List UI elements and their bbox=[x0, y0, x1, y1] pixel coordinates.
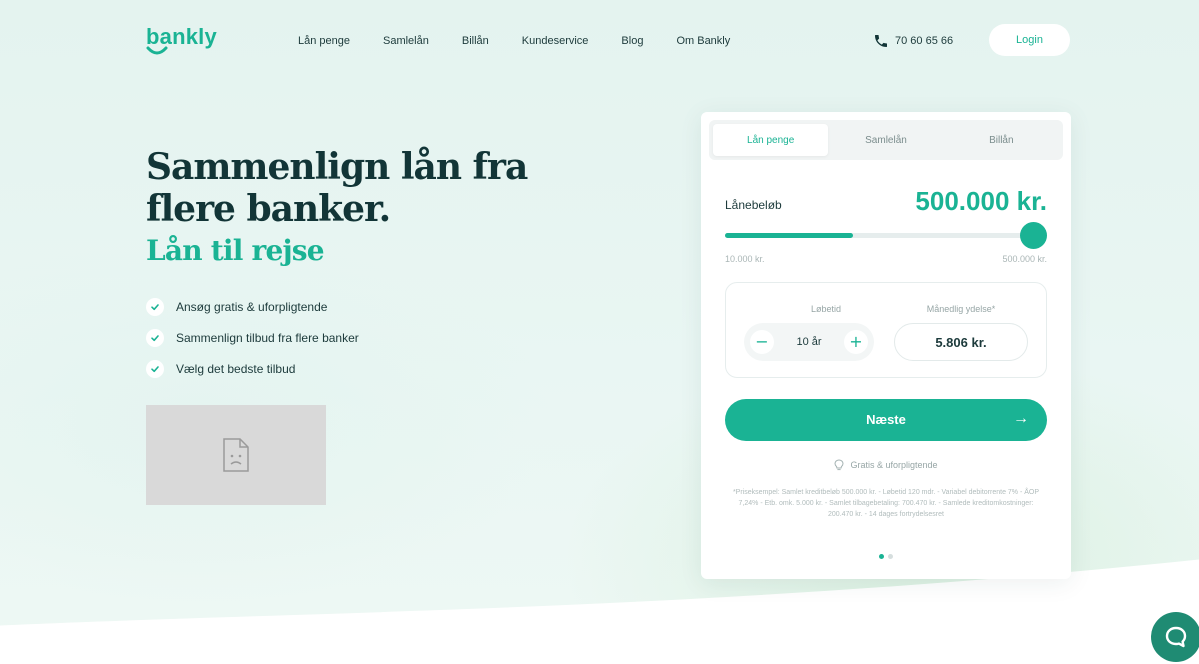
top-navigation: bankly Lån penge Samlelån Billån Kundese… bbox=[0, 0, 1199, 80]
slider-fill bbox=[725, 233, 853, 238]
benefit-text: Vælg det bedste tilbud bbox=[176, 362, 296, 376]
next-button-label: Næste bbox=[866, 412, 906, 427]
lightbulb-icon bbox=[834, 459, 844, 471]
nav-link-lan-penge[interactable]: Lån penge bbox=[298, 35, 350, 47]
check-icon bbox=[146, 329, 164, 347]
loan-amount-label: Lånebeløb bbox=[725, 198, 782, 212]
phone-icon bbox=[875, 35, 887, 47]
chat-button[interactable] bbox=[1151, 612, 1199, 662]
pagination-dot[interactable] bbox=[888, 554, 893, 559]
loan-type-tabs: Lån penge Samlelån Billån bbox=[709, 120, 1063, 160]
chat-bubble-icon bbox=[1165, 626, 1187, 648]
benefit-item: Vælg det bedste tilbud bbox=[146, 360, 359, 378]
price-example-disclaimer: *Priseksempel: Samlet kreditbeløb 500.00… bbox=[732, 489, 1040, 518]
benefit-text: Ansøg gratis & uforpligtende bbox=[176, 300, 328, 314]
page-subtitle: Lån til rejse bbox=[146, 234, 325, 267]
benefit-item: Ansøg gratis & uforpligtende bbox=[146, 298, 359, 316]
term-payment-box: Løbetid Månedlig ydelse* − 10 år + 5.806… bbox=[725, 282, 1047, 378]
phone-link[interactable]: 70 60 65 66 bbox=[873, 33, 953, 49]
free-note-text: Gratis & uforpligtende bbox=[850, 460, 938, 470]
slider-handle[interactable] bbox=[1020, 222, 1047, 249]
nav-link-billan[interactable]: Billån bbox=[462, 35, 489, 47]
benefit-text: Sammenlign tilbud fra flere banker bbox=[176, 331, 359, 345]
loan-calculator-card: Lån penge Samlelån Billån Lånebeløb 500.… bbox=[701, 112, 1071, 579]
term-value: 10 år bbox=[796, 336, 822, 348]
term-stepper: − 10 år + bbox=[744, 323, 874, 361]
slider-max-label: 500.000 kr. bbox=[1002, 254, 1047, 264]
check-icon bbox=[146, 360, 164, 378]
increase-term-button[interactable]: + bbox=[843, 330, 868, 354]
benefit-item: Sammenlign tilbud fra flere banker bbox=[146, 329, 359, 347]
next-button[interactable]: Næste → bbox=[725, 399, 1047, 441]
broken-image-placeholder bbox=[146, 405, 326, 505]
pagination-dots bbox=[701, 554, 1071, 559]
pagination-dot[interactable] bbox=[879, 554, 884, 559]
nav-link-om-bankly[interactable]: Om Bankly bbox=[676, 35, 730, 47]
logo-smile-icon bbox=[146, 46, 168, 55]
arrow-right-icon: → bbox=[1013, 410, 1029, 427]
loan-amount-slider[interactable] bbox=[725, 222, 1047, 249]
monthly-payment-value: 5.806 kr. bbox=[894, 323, 1028, 361]
loan-amount-value: 500.000 kr. bbox=[915, 186, 1047, 216]
main-menu: Lån penge Samlelån Billån Kundeservice B… bbox=[298, 35, 763, 47]
login-button[interactable]: Login bbox=[989, 24, 1070, 56]
slider-min-label: 10.000 kr. bbox=[725, 254, 765, 264]
nav-link-samlelan[interactable]: Samlelån bbox=[383, 35, 429, 47]
term-label: Løbetid bbox=[810, 304, 842, 314]
broken-image-icon bbox=[223, 438, 249, 472]
nav-link-blog[interactable]: Blog bbox=[621, 35, 643, 47]
phone-number: 70 60 65 66 bbox=[895, 35, 954, 47]
decrease-term-button[interactable]: − bbox=[750, 330, 774, 354]
tab-samlelan[interactable]: Samlelån bbox=[828, 124, 943, 156]
page-title: Sammenlign lån fra flere banker. bbox=[146, 146, 528, 230]
tab-lan-penge[interactable]: Lån penge bbox=[713, 124, 829, 156]
tab-billan[interactable]: Billån bbox=[944, 124, 1059, 156]
monthly-payment-label: Månedlig ydelse* bbox=[926, 304, 996, 314]
nav-link-kundeservice[interactable]: Kundeservice bbox=[522, 35, 589, 47]
free-note: Gratis & uforpligtende bbox=[701, 459, 1071, 471]
benefit-list: Ansøg gratis & uforpligtende Sammenlign … bbox=[146, 298, 359, 391]
check-icon bbox=[146, 298, 164, 316]
